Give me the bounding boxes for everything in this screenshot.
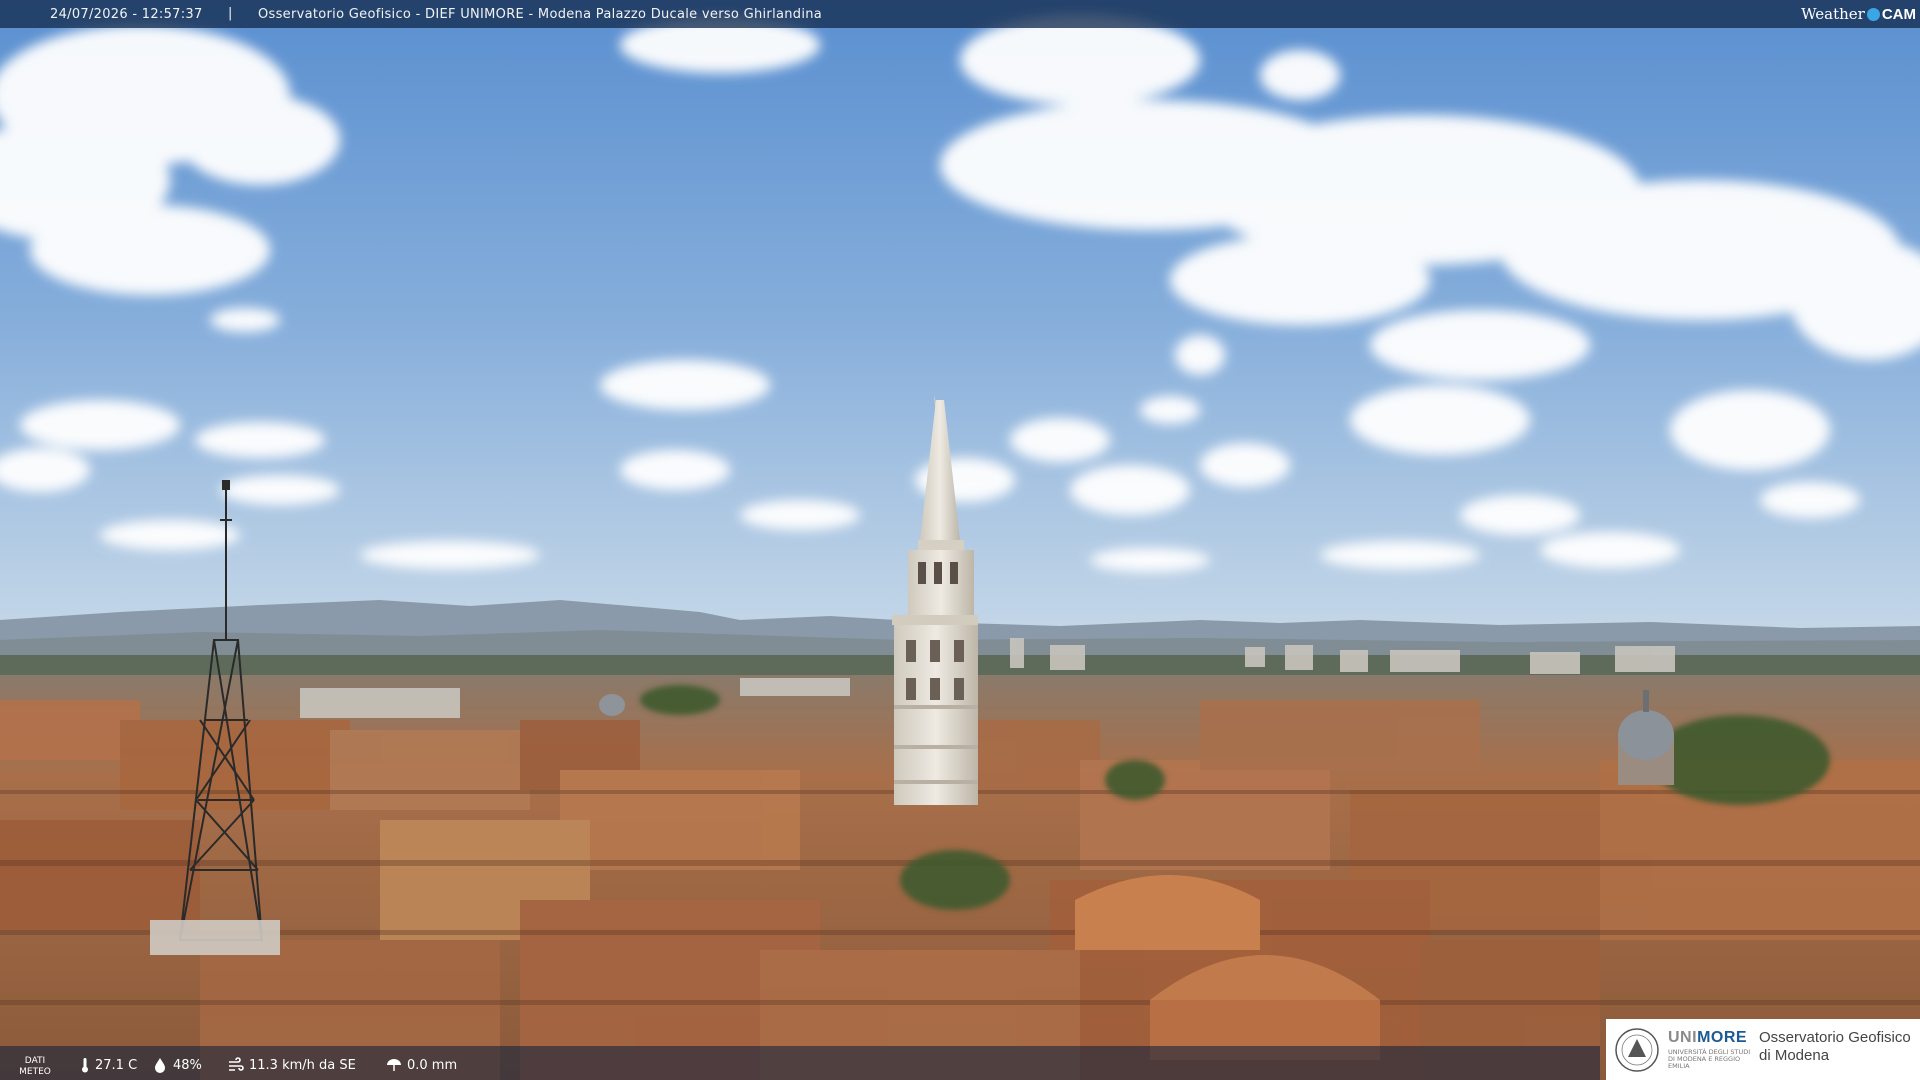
dati-meteo-label: DATI METEO [10,1056,60,1078]
unimore-subtitle: UNIVERSITÀ DEGLI STUDI DI MODENA E REGGI… [1668,1048,1751,1070]
humidity-reading: 48% [152,1057,202,1073]
title-separator: | [228,6,233,21]
unimore-more-text: MORE [1697,1029,1748,1046]
camera-title: Osservatorio Geofisico - DIEF UNIMORE - … [258,7,823,22]
rain-reading: 0.0 mm [386,1057,457,1073]
weathercam-brand: Weather CAM [1801,3,1916,25]
wind-icon [229,1057,244,1071]
unimore-wordmark: UNIMORE [1668,1029,1747,1047]
temperature-reading: 27.1 C [80,1057,137,1073]
timestamp: 24/07/2026 - 12:57:37 [50,7,203,22]
brand-weather-text: Weather [1801,5,1865,23]
unimore-logo-box: UNIMORE UNIVERSITÀ DEGLI STUDI DI MODENA… [1606,1019,1920,1080]
unimore-uni-text: UNI [1668,1029,1698,1046]
observatory-name-line1: Osservatorio Geofisico [1759,1029,1911,1046]
weathercam-dot-icon [1866,7,1880,21]
wind-value: 11.3 km/h da SE [249,1057,356,1073]
unimore-seal-icon [1615,1028,1659,1072]
temperature-value: 27.1 C [95,1057,138,1073]
dati-label-line1: DATI [24,1056,46,1066]
humidity-drop-icon [155,1058,165,1073]
observatory-name-line2: di Modena [1759,1047,1830,1064]
rain-icon [387,1059,401,1071]
rain-value: 0.0 mm [407,1057,458,1073]
meteo-data-bar: DATI METEO 27.1 C 48% 11.3 km/h da SE 0.… [0,1046,1600,1080]
dati-label-line2: METEO [19,1067,51,1077]
camera-info-bar: 24/07/2026 - 12:57:37 | Osservatorio Geo… [0,0,1920,28]
observatory-name: Osservatorio Geofisico di Modena [1759,1029,1911,1065]
webcam-scene [0,0,1920,1080]
humidity-value: 48% [173,1057,202,1073]
wind-reading: 11.3 km/h da SE [228,1057,356,1073]
brand-cam-text: CAM [1881,5,1916,23]
thermometer-icon [82,1058,88,1073]
